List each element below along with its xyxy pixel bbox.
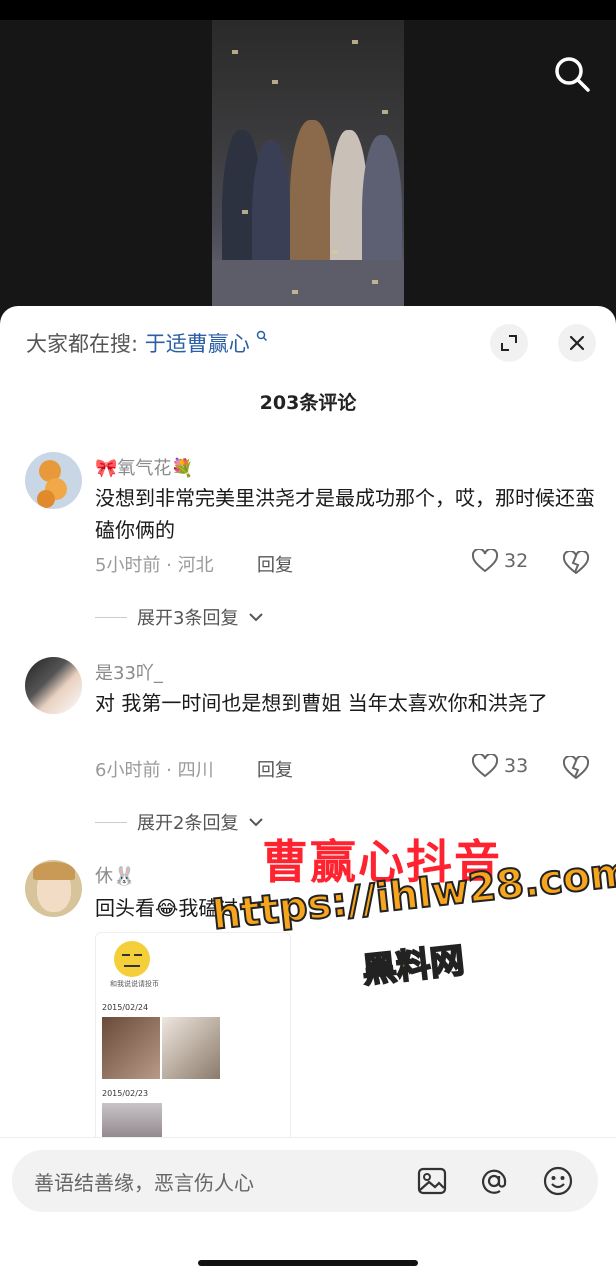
like-button[interactable]: 32 [472,549,528,573]
image-date: 2015/02/23 [102,1089,149,1098]
dislike-icon[interactable] [562,549,590,579]
expand-label: 展开2条回复 [137,813,239,834]
search-icon[interactable] [552,54,592,94]
comment-meta: 6小时前 · 四川 [95,760,214,781]
input-placeholder: 善语结善缘，恶言伤人心 [34,1171,254,1195]
image-date: 2015/02/24 [102,1003,149,1012]
comments-sheet: 大家都在搜: 于适曹赢心 203条评论 🎀氧气花💐 没想到非常完美里洪尧才是最成… [0,306,616,1279]
reply-button[interactable]: 回复 [257,551,293,577]
video-player[interactable] [0,20,616,320]
heart-icon [472,549,498,573]
comment-text: 没想到非常完美里洪尧才是最成功那个，哎，那时候还蛮磕你俩的 [95,486,595,542]
trending-keyword[interactable]: 于适曹赢心 [145,332,250,356]
comment-meta: 5小时前 · 河北 [95,555,214,576]
watermark-site: 黑料网 [360,940,468,992]
status-bar [0,0,616,20]
expand-replies[interactable]: 展开2条回复 [95,809,264,835]
video-frame [212,20,404,310]
heart-icon [472,754,498,778]
like-count: 33 [504,755,529,777]
expand-label: 展开3条回复 [137,608,239,629]
avatar[interactable] [25,657,82,714]
expand-replies[interactable]: 展开3条回复 [95,604,264,630]
comment-image[interactable]: 和我说说请投币 2015/02/24 2015/02/23 [95,932,291,1142]
divider [95,616,127,618]
image-caption: 和我说说请投币 [110,980,159,988]
comment-input-bar: 善语结善缘，恶言伤人心 [0,1137,616,1279]
comment-text: 对 我第一时间也是想到曹姐 当年太喜欢你和洪尧了 [95,691,548,715]
search-small-icon [257,330,268,342]
like-button[interactable]: 33 [472,754,528,778]
trending-label: 大家都在搜: [26,332,139,356]
expand-icon[interactable] [490,324,528,362]
like-count: 32 [504,550,529,572]
avatar[interactable] [25,860,82,917]
reply-button[interactable]: 回复 [257,756,293,782]
comment-input[interactable]: 善语结善缘，恶言伤人心 [12,1150,598,1212]
emoji-icon[interactable] [542,1165,574,1201]
close-icon[interactable] [558,324,596,362]
username[interactable]: 🎀氧气花💐 [95,454,194,480]
dislike-icon[interactable] [562,754,590,784]
username[interactable]: 是33吖_ [95,659,163,685]
chevron-down-icon [249,613,264,622]
comment-count: 203条评论 [259,392,357,414]
image-icon[interactable] [416,1165,448,1201]
divider [95,821,127,823]
trending-search[interactable]: 大家都在搜: 于适曹赢心 [26,328,268,358]
at-icon[interactable] [478,1165,510,1201]
home-indicator[interactable] [198,1260,418,1266]
avatar[interactable] [25,452,82,509]
emoji-face-icon [114,941,150,977]
username[interactable]: 休🐰 [95,862,135,888]
